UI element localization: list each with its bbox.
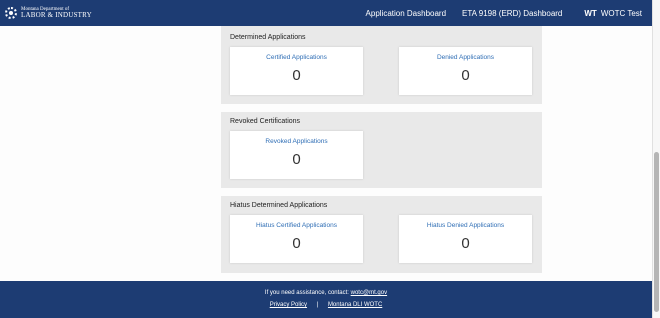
card-hiatus-denied-applications[interactable]: Hiatus Denied Applications 0 [399, 215, 532, 263]
card-certified-applications[interactable]: Certified Applications 0 [230, 47, 363, 95]
card-label: Hiatus Denied Applications [426, 222, 505, 229]
section-revoked-certifications: Revoked Certifications Revoked Applicati… [221, 112, 542, 188]
section-hiatus-determined-applications: Hiatus Determined Applications Hiatus Ce… [221, 196, 542, 273]
section-title: Determined Applications [230, 34, 306, 41]
card-value: 0 [461, 67, 470, 84]
card-hiatus-certified-applications[interactable]: Hiatus Certified Applications 0 [230, 215, 363, 263]
scrollbar-thumb[interactable] [654, 152, 659, 312]
card-value: 0 [292, 67, 301, 84]
logo-text: Montana Department of LABOR & INDUSTRY [21, 7, 92, 19]
card-revoked-applications[interactable]: Revoked Applications 0 [230, 131, 363, 179]
user-menu[interactable]: WT WOTC Test [584, 9, 642, 18]
user-name: WOTC Test [600, 8, 642, 18]
card-value: 0 [292, 235, 301, 252]
nav-links: Application Dashboard ETA 9198 (ERD) Das… [366, 9, 563, 18]
nav-eta-9198-dashboard[interactable]: ETA 9198 (ERD) Dashboard [462, 9, 562, 18]
assistance-line: If you need assistance, contact: wotc@mt… [0, 290, 652, 296]
page-scrollbar[interactable] [652, 0, 660, 318]
section-title: Revoked Certifications [230, 118, 301, 125]
user-initials: WT [584, 8, 597, 18]
footer: If you need assistance, contact: wotc@mt… [0, 281, 652, 318]
footer-links: Privacy Policy | Montana DLI WOTC [0, 302, 652, 308]
nav-application-dashboard[interactable]: Application Dashboard [366, 9, 447, 18]
card-label: Revoked Applications [265, 138, 328, 145]
top-nav-bar: Montana Department of LABOR & INDUSTRY A… [0, 0, 652, 26]
main-content: Determined Applications Certified Applic… [0, 26, 652, 281]
logo-line2: LABOR & INDUSTRY [21, 11, 92, 19]
card-label: Denied Applications [436, 54, 495, 61]
footer-separator: | [316, 302, 319, 308]
section-determined-applications: Determined Applications Certified Applic… [221, 26, 542, 104]
section-title: Hiatus Determined Applications [230, 202, 328, 209]
card-value: 0 [461, 235, 470, 252]
seal-icon [5, 7, 17, 19]
card-denied-applications[interactable]: Denied Applications 0 [399, 47, 532, 95]
montana-dli-wotc-link[interactable]: Montana DLI WOTC [328, 302, 382, 308]
card-label: Certified Applications [266, 54, 327, 61]
dli-logo[interactable]: Montana Department of LABOR & INDUSTRY [5, 7, 92, 19]
assistance-email-link[interactable]: wotc@mt.gov [351, 290, 387, 296]
card-value: 0 [292, 151, 301, 168]
card-label: Hiatus Certified Applications [256, 222, 337, 229]
privacy-policy-link[interactable]: Privacy Policy [270, 302, 307, 308]
assistance-text: If you need assistance, contact: [264, 290, 349, 296]
